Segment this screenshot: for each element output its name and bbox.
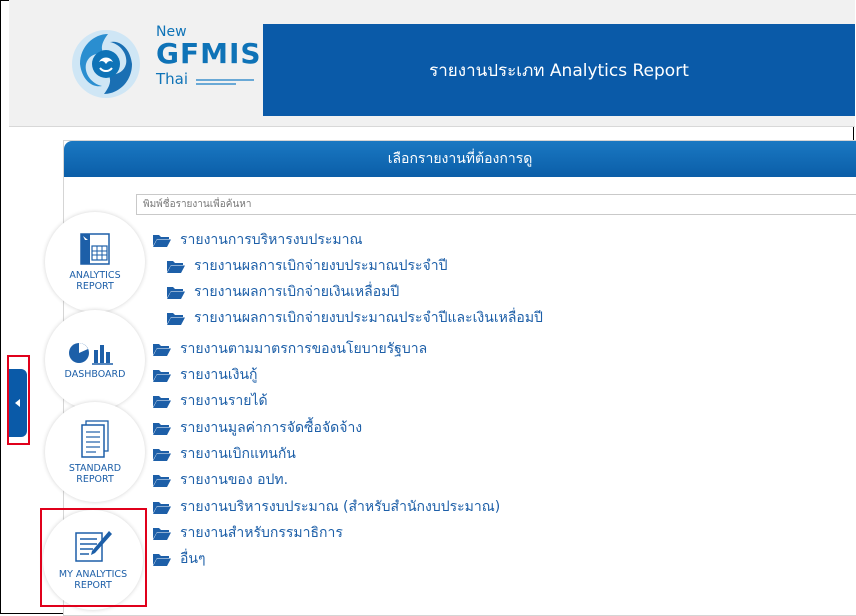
folder-icon [167,286,185,299]
tree-item[interactable]: รายงานเบิกแทนกัน [153,443,296,465]
standard-report-label: STANDARD REPORT [68,463,122,485]
folder-icon [153,343,171,356]
tree-item-label: รายงานสำหรับกรรมาธิการ [180,525,343,541]
logo-gfmis-text: GFMIS [156,37,262,70]
header-bar: รายงานประเภท Analytics Report [263,24,855,116]
highlight-box-my-analytics [40,508,147,607]
tree-item-label: รายงานการบริหารงบประมาณ [180,232,363,248]
highlight-box-handle [7,355,30,445]
tree-item[interactable]: อื่นๆ [153,548,206,570]
folder-icon [153,234,171,247]
tree-item[interactable]: รายงานรายได้ [153,390,268,412]
tree-item[interactable]: รายงานเงินกู้ [153,364,258,386]
tree-item[interactable]: รายงานผลการเบิกจ่ายงบประมาณประจำปี [167,255,448,277]
gfmis-logo: New GFMIS Thai [66,24,266,104]
tree-item[interactable]: รายงานผลการเบิกจ่ายเงินเหลื่อมปี [167,281,399,303]
folder-icon [153,369,171,382]
tree-item-label: รายงานผลการเบิกจ่ายงบประมาณประจำปี [194,258,448,274]
analytics-report-label: ANALYTICS REPORT [69,270,121,292]
search-input[interactable] [136,194,856,215]
dashboard-icon [69,342,113,365]
report-panel: เลือกรายงานที่ต้องการดู รายงานการบริหารง… [63,140,856,616]
tree-item-label: รายงานเบิกแทนกัน [180,446,296,462]
tree-item-label: อื่นๆ [180,551,206,567]
panel-title: เลือกรายงานที่ต้องการดู [387,151,533,167]
tree-item-label: รายงานของ อปท. [180,472,289,488]
tree-item-label: รายงานมูลค่าการจัดซื้อจัดจ้าง [180,420,363,436]
analytics-report-button[interactable]: ANALYTICS REPORT [45,212,145,312]
folder-icon [153,395,171,408]
folder-icon [153,553,171,566]
tree-item[interactable]: รายงานการบริหารงบประมาณ [153,229,362,251]
tree-item[interactable]: รายงานตามมาตรการของนโยบายรัฐบาล [153,338,427,360]
tree-item-label: รายงานผลการเบิกจ่ายเงินเหลื่อมปี [194,284,400,300]
folder-icon [153,448,171,461]
page-title: รายงานประเภท Analytics Report [429,60,689,81]
tree-item[interactable]: รายงานสำหรับกรรมาธิการ [153,522,343,544]
standard-report-icon [81,420,109,458]
panel-header: เลือกรายงานที่ต้องการดู [64,141,856,177]
tree-item-label: รายงานเงินกู้ [180,367,258,383]
dashboard-button[interactable]: DASHBOARD [45,310,145,410]
dashboard-label: DASHBOARD [64,368,126,380]
folder-icon [153,501,171,514]
tree-item-label: รายงานตามมาตรการของนโยบายรัฐบาล [180,341,428,357]
logo-tagline-icon [196,79,254,85]
logo-thai-text: Thai [156,70,189,88]
tree-item-label: รายงานบริหารงบประมาณ (สำหรับสำนักงบประมา… [180,499,501,515]
tree-item[interactable]: รายงานบริหารงบประมาณ (สำหรับสำนักงบประมา… [153,496,500,518]
logo-emblem-icon [72,30,140,98]
folder-icon [153,422,171,435]
tree-item-label: รายงานรายได้ [180,393,268,409]
folder-icon [153,527,171,540]
folder-icon [153,474,171,487]
folder-icon [167,260,185,273]
tree-item[interactable]: รายงานมูลค่าการจัดซื้อจัดจ้าง [153,417,362,439]
tree-item[interactable]: รายงานผลการเบิกจ่ายงบประมาณประจำปีและเงิ… [167,307,543,329]
analytics-report-icon [80,233,110,265]
standard-report-button[interactable]: STANDARD REPORT [45,402,145,502]
tree-item-label: รายงานผลการเบิกจ่ายงบประมาณประจำปีและเงิ… [194,310,543,326]
folder-icon [167,312,185,325]
tree-item[interactable]: รายงานของ อปท. [153,469,288,491]
